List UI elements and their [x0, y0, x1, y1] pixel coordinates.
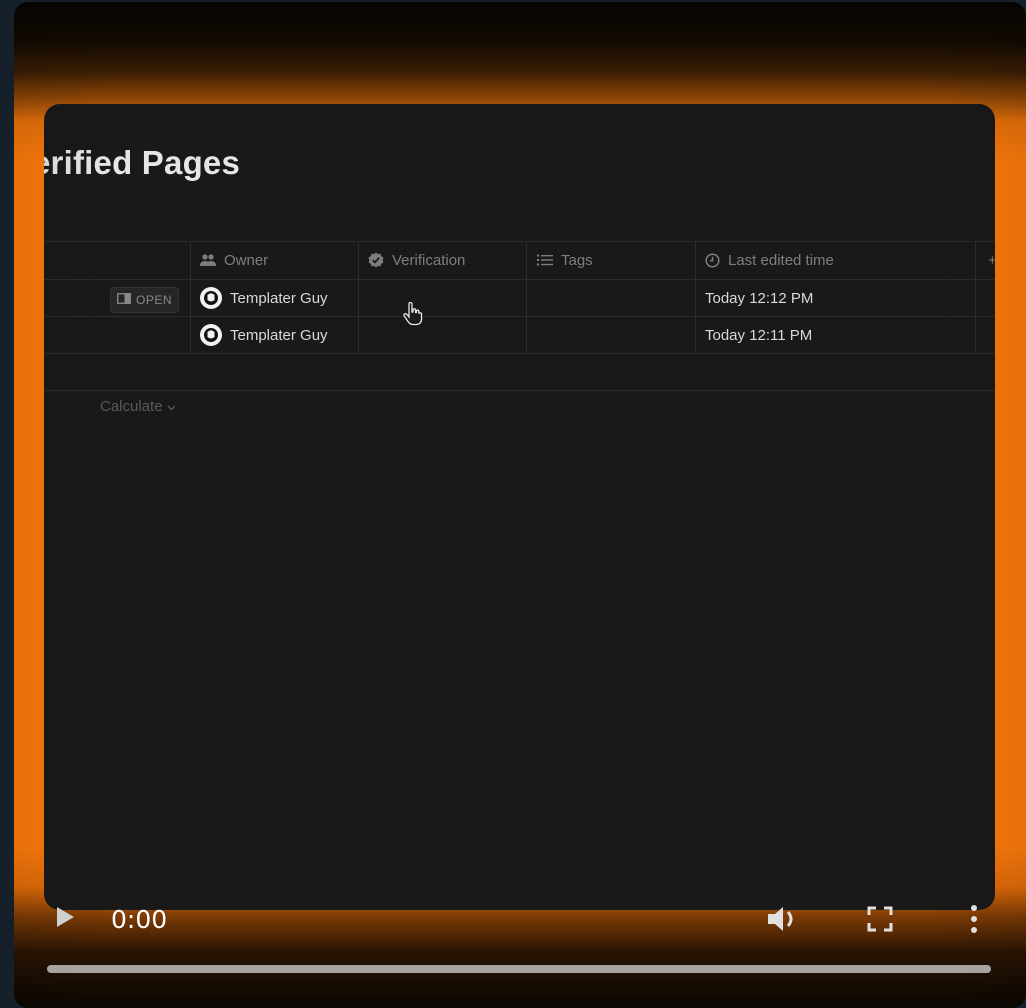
column-divider [975, 241, 976, 353]
play-button[interactable] [54, 905, 78, 929]
column-header-label: Verification [392, 251, 466, 269]
table-footer-border [44, 390, 995, 391]
column-header-label: Owner [224, 251, 269, 269]
play-icon [57, 907, 74, 927]
verified-badge-icon [368, 252, 384, 268]
table-row-last-edited-cell[interactable]: Today 12:11 PM [705, 317, 812, 353]
volume-button[interactable] [766, 904, 802, 934]
chevron-down-icon [167, 398, 176, 415]
more-options-button[interactable] [969, 904, 979, 934]
add-column-button[interactable]: + [988, 252, 995, 269]
clock-icon [705, 252, 720, 268]
list-icon [537, 254, 553, 266]
column-header-label: Tags [561, 251, 593, 269]
last-edited-value: Today 12:11 PM [705, 326, 813, 344]
fullscreen-button[interactable] [867, 906, 893, 932]
open-label: OPEN [136, 293, 173, 307]
more-vertical-icon [971, 905, 977, 933]
owner-name: Templater Guy [230, 326, 328, 344]
open-page-button[interactable]: OPEN [110, 287, 180, 313]
calculate-label: Calculate [100, 398, 163, 415]
video-controls: 0:00 [14, 878, 1026, 1008]
table-row-border [44, 353, 995, 354]
column-header-owner[interactable]: Owner [200, 241, 268, 279]
avatar [200, 287, 222, 309]
calculate-button[interactable]: Calculate [100, 398, 176, 415]
fullscreen-icon [867, 906, 893, 932]
column-divider [358, 241, 359, 353]
table-row-last-edited-cell[interactable]: Today 12:12 PM [705, 280, 813, 316]
column-header-label: Last edited time [728, 251, 834, 269]
table-row-border [44, 316, 995, 317]
column-header-last-edited[interactable]: Last edited time [705, 241, 834, 279]
progress-bar[interactable] [47, 965, 991, 973]
speaker-icon [768, 907, 793, 931]
hand-cursor-icon [402, 301, 424, 331]
column-divider [526, 241, 527, 353]
video-frame-notion-window: erified Pages Owner Verification Tags La… [44, 104, 995, 910]
column-header-verification[interactable]: Verification [368, 241, 465, 279]
column-divider [190, 241, 191, 353]
page-background-strip [0, 0, 14, 1008]
owner-name: Templater Guy [230, 289, 328, 307]
side-peek-icon [117, 293, 131, 307]
avatar [200, 324, 222, 346]
last-edited-value: Today 12:12 PM [705, 289, 814, 307]
table-header-bottom-border [44, 279, 995, 280]
current-time: 0:00 [111, 905, 168, 934]
page-title: erified Pages [44, 144, 241, 181]
video-player[interactable]: erified Pages Owner Verification Tags La… [14, 2, 1026, 1008]
table-header-top-border [44, 241, 995, 242]
column-divider [695, 241, 696, 353]
table-row-owner-cell[interactable]: Templater Guy [200, 317, 328, 353]
table-row-owner-cell[interactable]: Templater Guy [200, 280, 328, 316]
column-header-tags[interactable]: Tags [537, 241, 593, 279]
people-icon [200, 253, 216, 267]
